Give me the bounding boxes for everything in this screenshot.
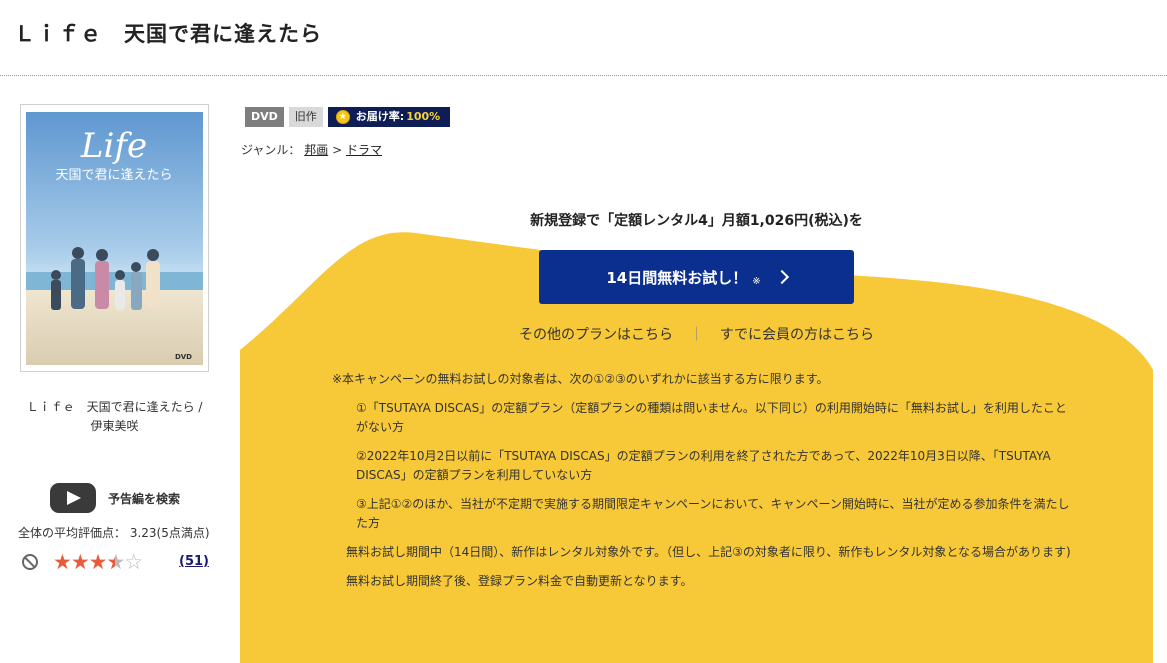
cover-frame[interactable]: Life 天国で君に逢えたら DVD xyxy=(20,104,209,372)
trailer-search-button[interactable]: 予告編を検索 xyxy=(50,483,180,513)
note-item-2: ②2022年10月2日以前に「TSUTAYA DISCAS」の定額プランの利用を… xyxy=(356,449,1051,482)
note-after-trial: 無料お試し期間終了後、登録プラン料金で自動更新となります。 xyxy=(346,574,693,588)
genre-link-drama[interactable]: ドラマ xyxy=(346,143,382,157)
star-empty-icon: ☆ xyxy=(124,550,143,574)
genre-link-hoga[interactable]: 邦画 xyxy=(304,143,328,157)
star-full-icon: ★ xyxy=(70,550,90,574)
average-rating-text: 全体の平均評価点： 3.23(5点満点) xyxy=(18,526,210,540)
chevron-right-icon xyxy=(774,269,789,285)
promo-headline: 新規登録で「定額レンタル4」月額1,026円(税込)を xyxy=(530,213,863,229)
rating-row: ★★★★★☆ (51) xyxy=(20,551,215,575)
star-full-icon: ★ xyxy=(88,550,108,574)
not-interested-icon[interactable] xyxy=(22,554,38,570)
play-icon[interactable] xyxy=(50,483,96,513)
member-login-link[interactable]: すでに会員の方はこちら xyxy=(720,327,874,343)
notes-intro: ※本キャンペーンの無料お試しの対象者は、次の①②③のいずれかに該当する方に限りま… xyxy=(332,372,829,386)
genre-separator: > xyxy=(332,143,343,157)
genre-label: ジャンル： xyxy=(241,143,301,157)
note-item-3: ③上記①②のほか、当社が不定期で実施する期間限定キャンペーンにおいて、キャンペー… xyxy=(356,497,1070,530)
note-item-1: ①「TSUTAYA DISCAS」の定額プラン（定額プランの種類は問いません。以… xyxy=(356,401,1067,434)
other-plans-link[interactable]: その他のプランはこちら xyxy=(519,327,673,343)
star-half-icon: ★★ xyxy=(106,550,125,574)
cover-title-sub: 天国で君に逢えたら xyxy=(55,168,172,183)
dvd-cover-image[interactable]: Life 天国で君に逢えたら DVD xyxy=(26,112,203,365)
campaign-notes: ※本キャンペーンの無料お試しの対象者は、次の①②③のいずれかに該当する方に限りま… xyxy=(332,370,1072,601)
free-trial-button[interactable]: 14日間無料お試し！ ※ xyxy=(539,250,854,304)
page-title: Ｌｉｆｅ 天国で君に逢えたら xyxy=(14,22,322,46)
delivery-label: お届け率: xyxy=(355,110,405,123)
link-separator: ｜ xyxy=(689,327,704,343)
badges: DVD 旧作 ★ お届け率: 100% xyxy=(245,107,455,127)
genre-breadcrumb: ジャンル： 邦画 > ドラマ xyxy=(241,141,382,158)
cover-dvd-mark: DVD xyxy=(175,353,192,361)
caption-title: Ｌｉｆｅ 天国で君に逢えたら / xyxy=(26,400,203,414)
cover-title-logo: Life xyxy=(80,126,147,166)
cover-caption: Ｌｉｆｅ 天国で君に逢えたら / 伊東美咲 xyxy=(20,398,209,436)
trailer-label[interactable]: 予告編を検索 xyxy=(108,490,180,507)
plan-links: その他のプランはこちら ｜ すでに会員の方はこちら xyxy=(240,324,1153,344)
medal-icon: ★ xyxy=(335,110,350,124)
release-type-badge: 旧作 xyxy=(288,107,323,127)
rating-stars: ★★★★★☆ xyxy=(53,550,143,574)
note-trial-period: 無料お試し期間中（14日間）、新作はレンタル対象外です。（但し、上記③の対象者に… xyxy=(346,545,1071,559)
star-full-icon: ★ xyxy=(53,550,72,574)
review-count-link[interactable]: (51) xyxy=(179,554,209,569)
trial-button-label[interactable]: 14日間無料お試し！ xyxy=(606,267,747,288)
format-badge: DVD xyxy=(245,107,284,127)
delivery-rate-badge: ★ お届け率: 100% xyxy=(327,107,451,127)
trial-note-mark: ※ xyxy=(752,275,761,287)
caption-author[interactable]: 伊東美咲 xyxy=(20,417,209,436)
delivery-value: 100% xyxy=(406,110,441,123)
title-bar: Ｌｉｆｅ 天国で君に逢えたら xyxy=(0,0,1167,76)
